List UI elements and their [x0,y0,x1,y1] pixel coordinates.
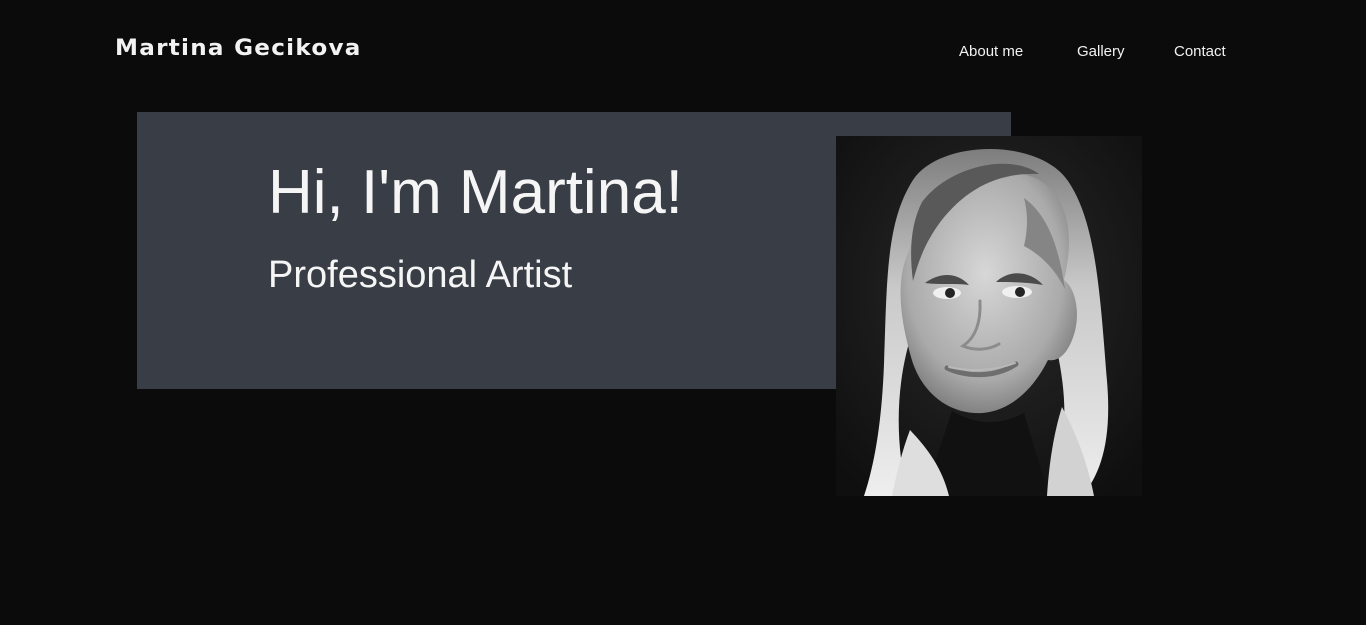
nav-link-contact[interactable]: Contact [1174,43,1226,60]
nav-link-gallery[interactable]: Gallery [1077,43,1125,60]
hero-title: Hi, I'm Martina! [268,158,683,227]
hero-subtitle: Professional Artist [268,254,573,296]
nav-link-about-me[interactable]: About me [959,43,1023,60]
page: Martina Gecikova About me Gallery Contac… [0,0,1366,625]
profile-portrait [836,136,1142,496]
brand-logo-link[interactable]: Martina Gecikova [115,36,362,61]
portrait-image [836,136,1142,496]
